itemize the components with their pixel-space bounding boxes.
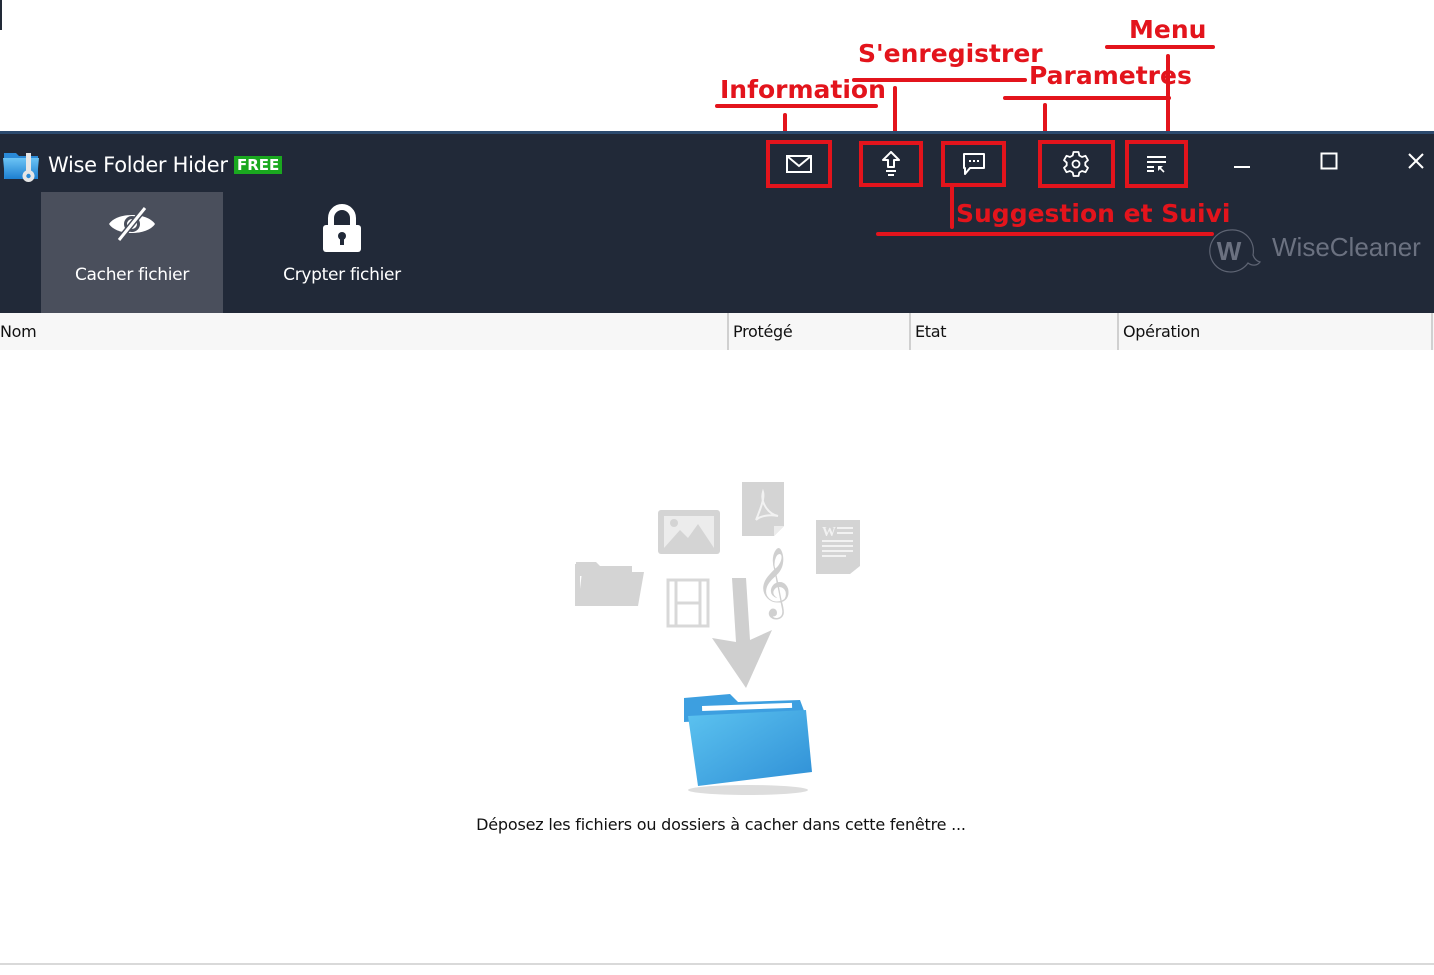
annotation-line: [1105, 45, 1215, 49]
column-divider[interactable]: [727, 313, 729, 350]
minimize-button[interactable]: [1222, 146, 1262, 180]
target-folder-icon: [684, 694, 812, 795]
file-list-header: Nom Protégé Etat Opération: [0, 313, 1434, 350]
maximize-icon: [1320, 152, 1338, 174]
column-status[interactable]: Etat: [915, 313, 947, 350]
menu-list-icon: [1146, 155, 1168, 173]
header-bar: Wise Folder Hider FREE Cacher fichier Cr…: [0, 134, 1434, 313]
menu-button[interactable]: [1129, 144, 1185, 184]
upgrade-arrow-icon: [881, 151, 901, 177]
column-divider[interactable]: [909, 313, 911, 350]
gear-icon: [1062, 150, 1090, 178]
drop-zone[interactable]: W 𝄞 Déposez les fichiers ou dossiers à c…: [0, 350, 1434, 963]
mail-icon: [786, 155, 812, 173]
settings-button[interactable]: [1048, 144, 1104, 184]
tab-hide-file[interactable]: Cacher fichier: [41, 192, 223, 313]
tab-label: Cacher fichier: [74, 265, 190, 285]
annotation-connector: [1166, 54, 1170, 141]
svg-text:𝄞: 𝄞: [756, 547, 791, 619]
information-button[interactable]: [771, 144, 827, 184]
maximize-button[interactable]: [1309, 146, 1349, 180]
drop-hint-text: Déposez les fichiers ou dossiers à cache…: [476, 815, 966, 834]
chat-bubble-icon: [962, 152, 986, 176]
edition-badge: FREE: [234, 156, 283, 174]
folder-icon: [575, 562, 644, 606]
column-name[interactable]: Nom: [0, 313, 37, 350]
app-title: Wise Folder Hider: [48, 153, 228, 177]
annotation-information: Information: [720, 75, 886, 104]
annotation-overlay: Menu S'enregistrer Parametres Informatio…: [0, 0, 1434, 141]
lock-icon: [321, 204, 363, 258]
column-protected[interactable]: Protégé: [733, 313, 793, 350]
wisecleaner-logo-letter: W: [1217, 236, 1242, 266]
register-button[interactable]: [863, 144, 919, 184]
document-icon: W: [816, 520, 860, 574]
annotation-feedback: Suggestion et Suivi: [956, 199, 1231, 228]
svg-text:W: W: [822, 525, 836, 540]
film-icon: [666, 578, 710, 628]
pdf-icon: [742, 482, 784, 536]
annotation-line: [1003, 96, 1171, 100]
close-icon: [1407, 152, 1425, 174]
annotation-register: S'enregistrer: [858, 39, 1043, 68]
window-bottom-divider: [0, 963, 1434, 965]
wisecleaner-brand[interactable]: W WiseCleaner: [1200, 226, 1434, 276]
app-logo-icon: [2, 147, 42, 185]
feedback-button[interactable]: [946, 144, 1002, 184]
column-divider[interactable]: [1431, 313, 1433, 350]
annotation-line: [715, 104, 878, 108]
image-icon: [658, 510, 720, 554]
column-operation[interactable]: Opération: [1123, 313, 1200, 350]
tab-label: Crypter fichier: [283, 265, 401, 285]
annotation-line: [876, 232, 1214, 236]
eye-slash-icon: [107, 204, 157, 248]
wisecleaner-brand-text: WiseCleaner: [1272, 232, 1421, 262]
annotation-connector: [950, 184, 954, 229]
minimize-icon: [1233, 152, 1251, 174]
app-window: Wise Folder Hider FREE Cacher fichier Cr…: [0, 131, 1434, 975]
annotation-menu: Menu: [1129, 15, 1207, 44]
close-button[interactable]: [1396, 146, 1434, 180]
music-note-icon: 𝄞: [756, 547, 791, 619]
column-divider[interactable]: [1117, 313, 1119, 350]
drop-illustration: W 𝄞: [560, 470, 880, 810]
tab-encrypt-file[interactable]: Crypter fichier: [251, 192, 433, 313]
